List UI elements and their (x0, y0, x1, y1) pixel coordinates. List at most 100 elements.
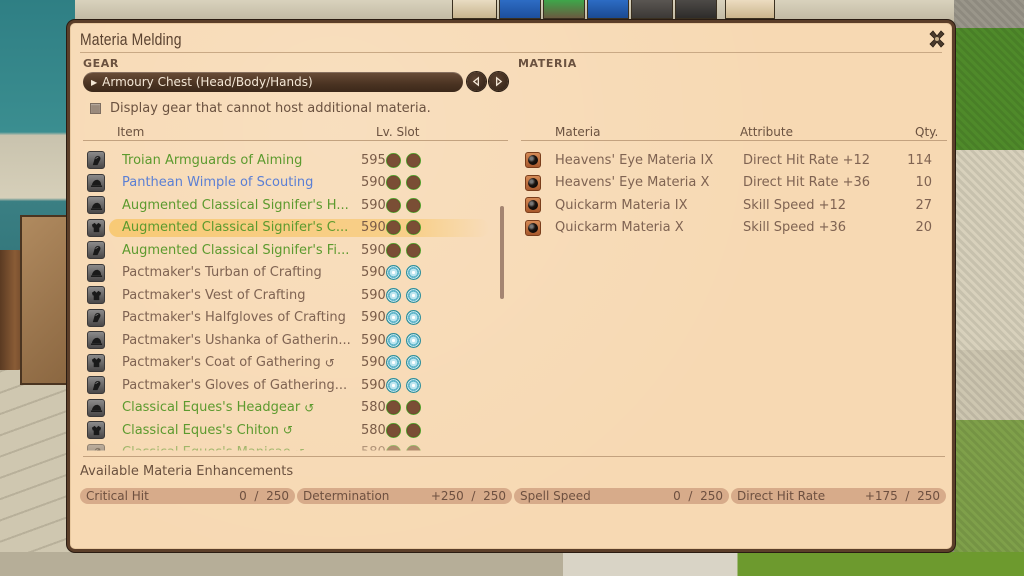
gear-category-dropdown[interactable]: ▶ Armoury Chest (Head/Body/Hands) (83, 72, 463, 92)
hotbar-slot[interactable] (452, 0, 497, 19)
hotbar (452, 0, 775, 19)
column-header-materia[interactable]: Materia (555, 125, 600, 139)
title-bar[interactable]: Materia Melding (80, 28, 945, 53)
gear-list-item[interactable]: Augmented Classical Signifer's Fi... 590 (83, 239, 503, 262)
materia-attribute: Skill Speed +36 (743, 220, 847, 236)
materia-quantity: 114 (907, 152, 932, 168)
chest-armor-icon (87, 353, 105, 372)
materia-icon (525, 197, 541, 214)
gear-list-item[interactable]: Augmented Classical Signifer's C... 590 (83, 217, 503, 240)
materia-melding-window: Materia Melding GEAR MATERIA ▶ Armoury C… (67, 20, 955, 552)
crafting-materia-slot-icon (386, 332, 401, 348)
gear-level: 590 (361, 242, 386, 258)
gear-level: 580 (361, 422, 386, 438)
hotbar-slot[interactable] (725, 0, 775, 19)
display-unhostable-gear-option[interactable]: Display gear that cannot host additional… (90, 101, 431, 116)
gear-list-item[interactable]: Pactmaker's Halfgloves of Crafting 590 (83, 307, 503, 330)
materia-quantity: 20 (915, 220, 932, 236)
gear-level: 590 (361, 287, 386, 303)
stat-value: 0 / 250 (239, 489, 289, 503)
materia-attribute: Direct Hit Rate +12 (743, 152, 871, 168)
crafting-materia-slot-icon (406, 310, 421, 326)
materia-list-item[interactable]: Heavens' Eye Materia IX Direct Hit Rate … (518, 149, 948, 172)
background-garden (954, 0, 1024, 576)
column-header-lv-slot[interactable]: Lv. Slot (376, 125, 419, 139)
gear-name: Augmented Classical Signifer's Fi... (122, 242, 350, 258)
gear-list-item[interactable]: Pactmaker's Ushanka of Gatherin... 590 (83, 329, 503, 352)
gear-list-item[interactable]: Pactmaker's Turban of Crafting 590 (83, 262, 503, 285)
gear-level: 590 (361, 175, 386, 191)
gear-name: Panthean Wimple of Scouting (122, 175, 314, 191)
display-unhostable-gear-checkbox[interactable] (90, 103, 101, 114)
previous-category-button[interactable] (467, 72, 486, 91)
high-quality-icon: ↺ (282, 423, 293, 438)
gear-list-item[interactable]: Pactmaker's Gloves of Gathering... 590 (83, 374, 503, 397)
high-quality-icon: ↺ (324, 355, 335, 370)
gear-name: Pactmaker's Gloves of Gathering... (122, 377, 348, 393)
gloves-icon (87, 241, 105, 260)
combat-materia-slot-icon (406, 197, 421, 213)
crafting-materia-slot-icon (386, 355, 401, 371)
triangle-right-icon: ▶ (91, 77, 98, 87)
materia-attribute: Direct Hit Rate +36 (743, 175, 871, 191)
gear-name: Classical Eques's Headgear (122, 400, 301, 416)
crossed-axes-close-icon (929, 30, 945, 48)
gloves-icon (87, 443, 105, 451)
chest-armor-icon (87, 286, 105, 305)
combat-materia-slot-icon (406, 152, 421, 168)
gear-level: 590 (361, 265, 386, 281)
gear-list-item[interactable]: Pactmaker's Coat of Gathering ↺ 590 (83, 352, 503, 375)
chevron-right-icon (496, 76, 503, 87)
crafting-materia-slot-icon (406, 332, 421, 348)
materia-list-item[interactable]: Quickarm Materia IX Skill Speed +12 27 (518, 194, 948, 217)
chevron-left-icon (472, 76, 479, 87)
combat-materia-slot-icon (406, 422, 421, 438)
combat-materia-slot-icon (386, 242, 401, 258)
available-enhancements-label: Available Materia Enhancements (80, 464, 294, 479)
column-header-attribute[interactable]: Attribute (740, 125, 793, 139)
materia-list-item[interactable]: Heavens' Eye Materia X Direct Hit Rate +… (518, 172, 948, 195)
high-quality-icon: ↺ (295, 446, 305, 451)
combat-materia-slot-icon (386, 220, 401, 236)
hotbar-slot[interactable] (587, 0, 629, 19)
combat-materia-slot-icon (406, 175, 421, 191)
hotbar-slot[interactable] (499, 0, 541, 19)
gear-name: Pactmaker's Vest of Crafting (122, 287, 306, 303)
hotbar-slot[interactable] (631, 0, 673, 19)
materia-list-item[interactable]: Quickarm Materia X Skill Speed +36 20 (518, 217, 948, 240)
gloves-icon (87, 151, 105, 170)
gear-list-item[interactable]: Augmented Classical Signifer's H... 590 (83, 194, 503, 217)
gear-name: Pactmaker's Coat of Gathering (122, 355, 321, 371)
hotbar-slot[interactable] (543, 0, 585, 19)
gear-list-item[interactable]: Classical Eques's Manicae ↺ 580 (83, 442, 503, 451)
gear-level: 590 (361, 332, 386, 348)
column-header-qty[interactable]: Qty. (915, 125, 938, 139)
next-category-button[interactable] (489, 72, 508, 91)
gear-name: Classical Eques's Manicae (122, 445, 291, 450)
combat-materia-slot-icon (406, 242, 421, 258)
gear-section-label: GEAR (83, 57, 119, 70)
gear-list-item[interactable]: Classical Eques's Chiton ↺ 580 (83, 419, 503, 442)
high-quality-icon: ↺ (304, 400, 315, 415)
gear-list: Troian Armguards of Aiming 595 Panthean … (83, 149, 503, 451)
hotbar-slot[interactable] (675, 0, 717, 19)
combat-materia-slot-icon (386, 152, 401, 168)
gear-list-scrollbar[interactable] (500, 206, 504, 299)
gear-list-item[interactable]: Classical Eques's Headgear ↺ 580 (83, 397, 503, 420)
close-button[interactable] (926, 28, 948, 50)
stat-name: Direct Hit Rate (737, 489, 826, 503)
combat-materia-slot-icon (406, 220, 421, 236)
gear-list-item[interactable]: Troian Armguards of Aiming 595 (83, 149, 503, 172)
crafting-materia-slot-icon (406, 355, 421, 371)
enhancement-stat: Direct Hit Rate +175 / 250 (731, 488, 946, 504)
gear-level: 590 (361, 355, 386, 371)
gear-list-item[interactable]: Panthean Wimple of Scouting 590 (83, 172, 503, 195)
enhancement-stat: Spell Speed 0 / 250 (514, 488, 729, 504)
helmet-icon (87, 263, 105, 282)
gear-name: Pactmaker's Halfgloves of Crafting (122, 310, 346, 326)
column-header-item[interactable]: Item (117, 125, 144, 139)
materia-name: Quickarm Materia IX (555, 197, 688, 213)
materia-header-divider (521, 140, 947, 141)
combat-materia-slot-icon (406, 445, 421, 451)
gear-list-item[interactable]: Pactmaker's Vest of Crafting 590 (83, 284, 503, 307)
